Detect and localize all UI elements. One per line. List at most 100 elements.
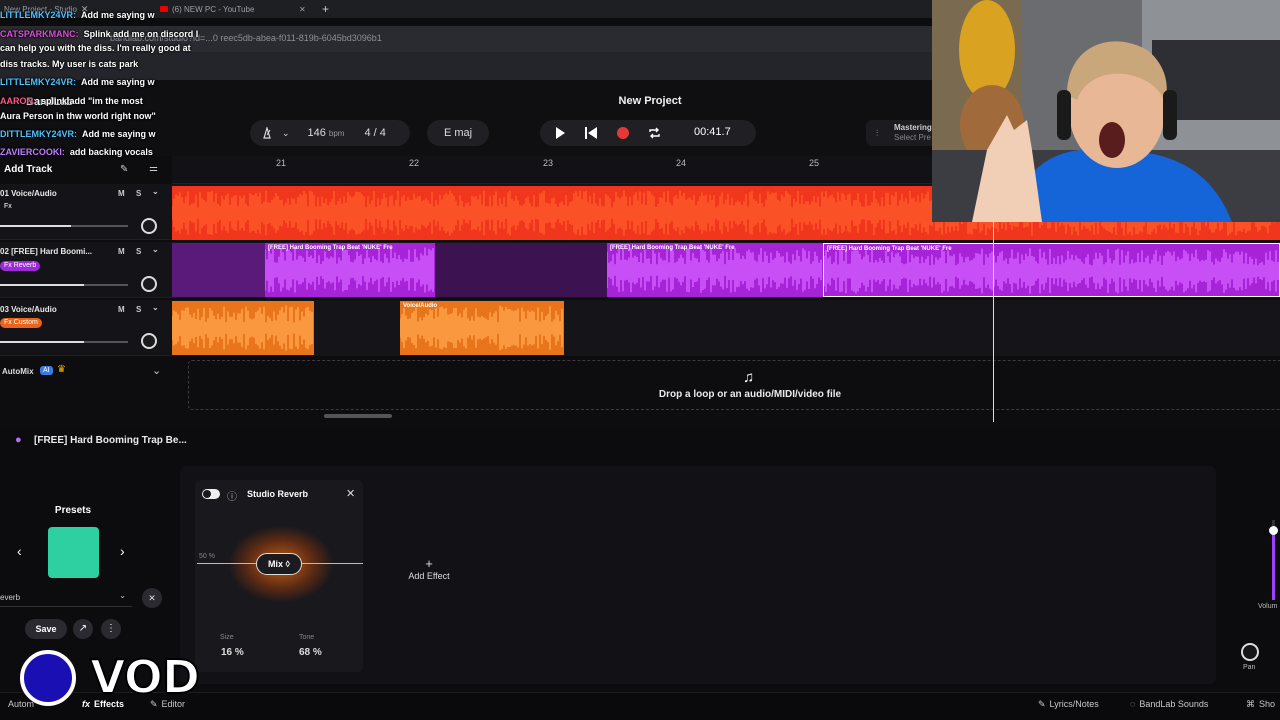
metronome-icon[interactable] — [262, 125, 272, 139]
save-preset-button[interactable]: Save — [25, 619, 67, 639]
audio-clip[interactable]: [FREE] Hard Booming Trap Beat 'NUKE' Fre — [607, 243, 823, 297]
pan-knob[interactable] — [141, 276, 157, 292]
mute-button[interactable]: M — [118, 189, 125, 198]
solo-button[interactable]: S — [136, 305, 141, 314]
solo-button[interactable]: S — [136, 189, 141, 198]
chat-message: diss tracks. My user is cats park — [0, 59, 138, 69]
bpm-unit: bpm — [328, 129, 345, 138]
master-volume-fill — [1272, 530, 1275, 600]
record-button[interactable] — [614, 124, 632, 142]
audio-clip[interactable]: [FREE] Hard Booming Trap Beat 'NUKE' Fre — [265, 243, 435, 297]
wand-icon[interactable]: ✎ — [120, 164, 128, 175]
browser-tab[interactable]: (6) NEW PC - YouTube — [160, 2, 254, 16]
bpm-value: 146 — [307, 127, 326, 139]
chevron-down-icon[interactable]: ⌄ — [152, 364, 161, 377]
vod-logo-circle — [20, 650, 76, 706]
audio-clip[interactable]: Voice/Audio — [400, 301, 564, 355]
chevron-down-icon[interactable]: ⌄ — [152, 303, 159, 312]
slider-handle[interactable] — [1269, 526, 1278, 535]
fx-badge[interactable]: Fx Reverb — [0, 261, 41, 271]
key-selector[interactable]: E maj — [427, 120, 489, 146]
playhead[interactable] — [993, 216, 994, 422]
tone-value[interactable]: 68 % — [299, 647, 322, 658]
bpm-field[interactable]: 146 bpm — [308, 127, 345, 139]
solo-button[interactable]: S — [136, 247, 141, 256]
add-effect-button[interactable]: + Add Effect — [398, 556, 460, 581]
play-button[interactable] — [551, 124, 569, 142]
skip-back-button[interactable] — [582, 124, 600, 142]
fx-badge[interactable]: Fx — [0, 202, 16, 212]
master-pan-knob[interactable] — [1241, 643, 1259, 661]
size-label: Size — [220, 634, 234, 641]
more-options-icon[interactable]: ⋮ — [101, 619, 121, 639]
mute-button[interactable]: M — [118, 247, 125, 256]
automix-row[interactable]: AutoMix AI ♛ ⌄ — [0, 362, 172, 382]
pen-icon: ✎ — [1038, 698, 1046, 709]
volume-slider-fill — [0, 341, 84, 343]
new-tab-button[interactable]: + — [322, 2, 329, 16]
nav-bandlab-sounds[interactable]: ◌ BandLab Sounds — [1130, 697, 1208, 711]
drop-zone[interactable] — [188, 360, 1280, 410]
audio-clip[interactable] — [172, 301, 314, 355]
horizontal-scrollbar[interactable] — [324, 414, 392, 418]
chat-username: AARON: — [0, 96, 36, 106]
size-value[interactable]: 16 % — [221, 647, 244, 658]
add-track-button[interactable]: Add Track — [4, 164, 52, 175]
chevron-right-icon[interactable]: › — [120, 543, 125, 559]
audio-clip-selected[interactable]: [FREE] Hard Booming Trap Beat 'NUKE' Fre — [823, 243, 1280, 297]
master-volume-slider[interactable] — [1269, 520, 1278, 600]
chevron-down-icon[interactable]: ⌄ — [152, 187, 159, 196]
track-lane[interactable] — [172, 300, 1280, 356]
share-icon[interactable]: ↗ — [73, 619, 93, 639]
bar-number: 21 — [276, 158, 287, 168]
settings-icon[interactable]: ⚌ — [149, 163, 158, 174]
selected-track-name: [FREE] Hard Booming Trap Be... — [34, 435, 187, 446]
chevron-down-icon[interactable]: ⌄ — [152, 245, 159, 254]
chat-message: ZAVIERCOOKI: add backing vocals — [0, 147, 153, 157]
close-icon[interactable]: ✕ — [346, 487, 355, 500]
chat-username: LITTLEMKY24VR: — [0, 10, 77, 20]
chat-username: ZAVIERCOOKI: — [0, 147, 65, 157]
info-icon[interactable]: ⓘ — [227, 488, 237, 503]
mix-label: Mix — [268, 559, 284, 569]
webcam-video — [932, 0, 1280, 222]
add-effect-label: Add Effect — [408, 571, 450, 581]
bypass-fx-button[interactable]: ✕ — [142, 588, 162, 608]
record-icon — [617, 127, 629, 139]
bookmark-bar — [0, 52, 932, 80]
mix-control[interactable]: Mix ◊ — [256, 553, 302, 575]
chat-text: Add me saying w — [81, 10, 155, 20]
nav-shop[interactable]: ⌘ Sho — [1246, 697, 1275, 711]
shortcut-icon: ⌘ — [1246, 698, 1255, 709]
automix-label: AutoMix — [2, 367, 34, 376]
mastering-label: Mastering — [894, 123, 932, 132]
chevron-left-icon[interactable]: ‹ — [17, 543, 22, 559]
chat-text: Aura Person in thw world right now" — [0, 111, 156, 121]
volume-slider-fill — [0, 284, 84, 286]
preset-dropdown[interactable]: everb ⌄ — [0, 589, 132, 607]
fx-badge[interactable]: Fx Custom — [0, 318, 42, 328]
track-name[interactable]: 01 Voice/Audio — [0, 189, 57, 198]
effect-toggle[interactable] — [202, 489, 220, 499]
audio-clip[interactable] — [172, 243, 267, 297]
chat-message: AARON: splink add "im the most — [0, 96, 143, 106]
close-tab-icon[interactable]: ✕ — [299, 2, 306, 16]
project-title[interactable]: New Project — [560, 95, 740, 107]
pan-knob[interactable] — [141, 218, 157, 234]
track-name[interactable]: 02 [FREE] Hard Boomi... — [0, 247, 92, 256]
chat-text: Add me saying w — [82, 129, 156, 139]
chat-message: can help you with the diss. I'm really g… — [0, 43, 191, 53]
mastering-button[interactable]: ⫶ Mastering Select Pre — [866, 120, 936, 146]
pan-knob[interactable] — [141, 333, 157, 349]
loop-button[interactable] — [645, 124, 663, 142]
track-name[interactable]: 03 Voice/Audio — [0, 305, 57, 314]
chevron-down-icon[interactable]: ⌄ — [282, 128, 290, 139]
time-display: 00:41.7 — [694, 126, 731, 138]
mute-button[interactable]: M — [118, 305, 125, 314]
audio-clip[interactable] — [435, 243, 607, 297]
preset-thumbnail[interactable] — [48, 527, 99, 578]
plus-icon: + — [425, 556, 433, 571]
time-signature[interactable]: 4 / 4 — [364, 127, 385, 139]
nav-lyrics[interactable]: ✎ Lyrics/Notes — [1038, 697, 1099, 711]
chevron-down-icon: ⌄ — [119, 591, 126, 600]
